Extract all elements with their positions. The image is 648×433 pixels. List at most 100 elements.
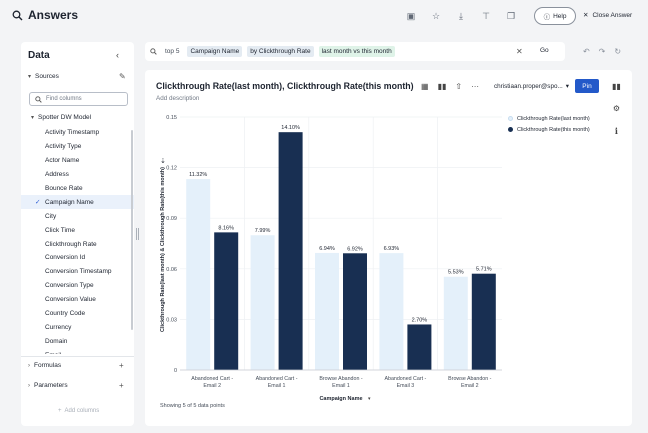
collapse-sidebar-icon[interactable]: ‹: [116, 50, 119, 60]
bar[interactable]: [407, 324, 432, 370]
sidebar-title: Data: [28, 50, 50, 61]
column-item[interactable]: Activity Timestamp: [21, 126, 134, 140]
x-tick-label: Abandoned Cart -: [384, 376, 426, 382]
x-tick-label: Email 2: [461, 383, 479, 389]
column-item[interactable]: Email: [21, 348, 134, 354]
owner-selector[interactable]: christiaan.proper@spo... ▾: [494, 83, 569, 90]
column-label: Conversion Value: [45, 296, 96, 304]
undo-icon[interactable]: ↶: [583, 47, 590, 56]
right-rail: ▮▮ ⚙ i: [612, 82, 621, 136]
go-button[interactable]: Go: [540, 47, 549, 54]
search-icon: [12, 10, 23, 20]
pin-icon[interactable]: ⊤: [480, 10, 492, 22]
column-item[interactable]: Click Time: [21, 223, 134, 237]
column-label: Campaign Name: [45, 198, 94, 206]
help-button[interactable]: ⓘ Help: [534, 7, 576, 25]
x-tick-label: Email 1: [268, 383, 286, 389]
column-label: Currency: [45, 323, 72, 331]
column-item[interactable]: Currency: [21, 320, 134, 334]
save-icon[interactable]: ▣: [405, 10, 417, 22]
reset-icon[interactable]: ↻: [614, 47, 621, 56]
share-icon[interactable]: ⇧: [455, 82, 462, 91]
search-token[interactable]: last month vs this month: [318, 46, 395, 57]
column-label: Actor Name: [45, 157, 80, 165]
search-token[interactable]: by Clickthrough Rate: [247, 46, 314, 57]
column-item[interactable]: Address: [21, 168, 134, 182]
close-answer-button[interactable]: ✕ Close Answer: [583, 11, 633, 20]
column-item[interactable]: City: [21, 209, 134, 223]
pin-button[interactable]: Pin: [575, 79, 599, 93]
sidebar-scrollbar[interactable]: [131, 130, 133, 330]
parameters-label: Parameters: [34, 382, 68, 389]
bar[interactable]: [471, 273, 496, 370]
add-formula-icon[interactable]: +: [119, 361, 124, 370]
column-item[interactable]: Actor Name: [21, 154, 134, 168]
chevron-down-icon[interactable]: ▾: [368, 396, 371, 402]
y-tick-label: 0.15: [166, 115, 177, 121]
answer-title[interactable]: Clickthrough Rate(last month), Clickthro…: [156, 81, 414, 91]
data-label: 7.99%: [255, 228, 271, 234]
bar[interactable]: [443, 276, 468, 370]
download-icon[interactable]: ⤓: [455, 10, 467, 22]
more-icon[interactable]: ···: [471, 82, 479, 91]
bar[interactable]: [379, 253, 404, 370]
table-view-icon[interactable]: ▦: [421, 82, 429, 91]
panel-resize-handle[interactable]: [136, 228, 139, 240]
bar[interactable]: [315, 252, 339, 370]
column-item[interactable]: Conversion Timestamp: [21, 265, 134, 279]
bar[interactable]: [186, 179, 211, 370]
search-icon: [150, 48, 157, 55]
redo-icon[interactable]: ↷: [599, 47, 606, 56]
parameters-section[interactable]: › Parameters: [28, 382, 68, 389]
column-item[interactable]: Conversion Type: [21, 279, 134, 293]
column-label: Conversion Type: [45, 282, 94, 290]
info-icon[interactable]: i: [615, 126, 618, 136]
column-item[interactable]: ✓ Campaign Name: [21, 195, 134, 210]
find-columns-input[interactable]: Find columns: [29, 92, 128, 106]
settings-gear-icon[interactable]: ⚙: [613, 104, 620, 113]
bar[interactable]: [343, 253, 367, 370]
column-label: Email: [45, 352, 61, 354]
x-axis-label[interactable]: Campaign Name: [319, 396, 362, 402]
column-item[interactable]: Clickthrough Rate: [21, 237, 134, 251]
add-description[interactable]: Add description: [156, 95, 199, 102]
bar[interactable]: [214, 232, 239, 370]
chevron-down-icon: ▾: [28, 74, 32, 80]
sources-section[interactable]: ▾ Sources: [28, 73, 59, 80]
bar[interactable]: [250, 235, 275, 370]
chart-type-icon[interactable]: ▮▮: [612, 82, 621, 91]
column-item[interactable]: Conversion Id: [21, 251, 134, 265]
data-label: 6.93%: [384, 246, 400, 252]
chart-view-icon[interactable]: ▮▮: [438, 82, 447, 91]
copy-icon[interactable]: ❐: [505, 10, 517, 22]
data-points-summary: Showing 5 of 5 data points: [160, 403, 225, 409]
close-answer-label: Close Answer: [592, 11, 633, 19]
star-icon[interactable]: ☆: [430, 10, 442, 22]
search-token[interactable]: top 5: [162, 46, 183, 57]
column-label: Bounce Rate: [45, 185, 83, 192]
column-label: Country Code: [45, 310, 86, 318]
column-item[interactable]: Activity Type: [21, 140, 134, 154]
add-parameter-icon[interactable]: +: [119, 381, 124, 390]
wrench-icon[interactable]: ✎: [119, 72, 126, 81]
close-icon: ✕: [583, 12, 589, 19]
x-tick-label: Abandoned Cart -: [191, 376, 233, 382]
clear-search-icon[interactable]: ✕: [516, 47, 523, 56]
search-bar[interactable]: top 5 Campaign Name by Clickthrough Rate…: [145, 42, 565, 61]
column-item[interactable]: Bounce Rate: [21, 182, 134, 196]
column-item[interactable]: Domain: [21, 334, 134, 348]
legend-item[interactable]: Clickthrough Rate(last month): [508, 113, 590, 124]
legend-item[interactable]: Clickthrough Rate(this month): [508, 124, 590, 135]
add-columns-label: Add columns: [64, 408, 100, 414]
model-row[interactable]: ▾ Spotter DW Model: [31, 114, 91, 121]
data-label: 5.53%: [448, 270, 464, 276]
y-axis-label[interactable]: Clickthrough Rate(last month) & Clickthr…: [160, 167, 166, 332]
add-columns-button[interactable]: + Add columns: [58, 408, 99, 414]
column-label: Activity Timestamp: [45, 129, 100, 137]
search-token[interactable]: Campaign Name: [187, 46, 243, 57]
bar[interactable]: [278, 132, 303, 370]
formulas-section[interactable]: › Formulas: [28, 362, 61, 369]
sort-icon[interactable]: ⇣: [160, 157, 166, 165]
column-item[interactable]: Conversion Value: [21, 293, 134, 307]
column-item[interactable]: Country Code: [21, 307, 134, 321]
